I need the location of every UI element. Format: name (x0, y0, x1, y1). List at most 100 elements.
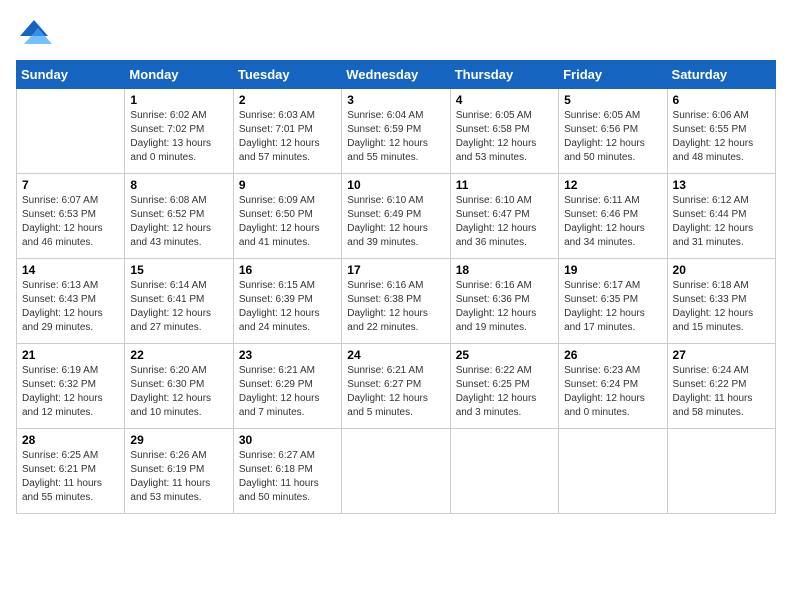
day-number: 10 (347, 178, 444, 192)
day-number: 13 (673, 178, 770, 192)
calendar-cell: 30Sunrise: 6:27 AMSunset: 6:18 PMDayligh… (233, 429, 341, 514)
day-number: 20 (673, 263, 770, 277)
calendar: SundayMondayTuesdayWednesdayThursdayFrid… (16, 60, 776, 514)
calendar-week-2: 7 Sunrise: 6:07 AMSunset: 6:53 PMDaylight… (17, 174, 776, 259)
calendar-cell: 25 Sunrise: 6:22 AMSunset: 6:25 PMDayligh… (450, 344, 558, 429)
day-info: Sunrise: 6:04 AMSunset: 6:59 PMDaylight:… (347, 109, 444, 165)
calendar-header-saturday: Saturday (667, 61, 775, 89)
calendar-cell (667, 429, 775, 514)
day-number: 6 (673, 93, 770, 107)
day-number: 24 (347, 348, 444, 362)
day-info: Sunrise: 6:17 AMSunset: 6:35 PMDaylight:… (564, 279, 661, 335)
day-number: 7 (22, 178, 119, 192)
day-info: Sunrise: 6:09 AMSunset: 6:50 PMDaylight:… (239, 194, 336, 250)
calendar-cell: 4 Sunrise: 6:05 AMSunset: 6:58 PMDaylight… (450, 89, 558, 174)
calendar-cell: 29 Sunrise: 6:26 AMSunset: 6:19 PMDayligh… (125, 429, 233, 514)
calendar-week-5: 28 Sunrise: 6:25 AMSunset: 6:21 PMDayligh… (17, 429, 776, 514)
day-info: Sunrise: 6:10 AMSunset: 6:47 PMDaylight:… (456, 194, 553, 250)
calendar-cell: 24 Sunrise: 6:21 AMSunset: 6:27 PMDayligh… (342, 344, 450, 429)
calendar-cell (342, 429, 450, 514)
calendar-cell: 16 Sunrise: 6:15 AMSunset: 6:39 PMDayligh… (233, 259, 341, 344)
day-info: Sunrise: 6:26 AMSunset: 6:19 PMDaylight:… (130, 449, 227, 505)
calendar-cell: 12Sunrise: 6:11 AMSunset: 6:46 PMDayligh… (559, 174, 667, 259)
day-number: 26 (564, 348, 661, 362)
day-info: Sunrise: 6:24 AMSunset: 6:22 PMDaylight:… (673, 364, 770, 420)
calendar-cell: 15 Sunrise: 6:14 AMSunset: 6:41 PMDayligh… (125, 259, 233, 344)
day-info: Sunrise: 6:16 AMSunset: 6:36 PMDaylight:… (456, 279, 553, 335)
calendar-header-monday: Monday (125, 61, 233, 89)
day-info: Sunrise: 6:08 AMSunset: 6:52 PMDaylight:… (130, 194, 227, 250)
calendar-cell: 7 Sunrise: 6:07 AMSunset: 6:53 PMDaylight… (17, 174, 125, 259)
calendar-cell: 13 Sunrise: 6:12 AMSunset: 6:44 PMDayligh… (667, 174, 775, 259)
calendar-cell: 23Sunrise: 6:21 AMSunset: 6:29 PMDayligh… (233, 344, 341, 429)
calendar-cell: 17 Sunrise: 6:16 AMSunset: 6:38 PMDayligh… (342, 259, 450, 344)
calendar-cell: 1 Sunrise: 6:02 AMSunset: 7:02 PMDaylight… (125, 89, 233, 174)
day-number: 28 (22, 433, 119, 447)
day-number: 18 (456, 263, 553, 277)
day-number: 5 (564, 93, 661, 107)
day-info: Sunrise: 6:27 AMSunset: 6:18 PMDaylight:… (239, 449, 336, 505)
day-number: 29 (130, 433, 227, 447)
calendar-cell: 10 Sunrise: 6:10 AMSunset: 6:49 PMDayligh… (342, 174, 450, 259)
day-number: 23 (239, 348, 336, 362)
day-number: 4 (456, 93, 553, 107)
calendar-header-tuesday: Tuesday (233, 61, 341, 89)
calendar-cell (559, 429, 667, 514)
day-info: Sunrise: 6:20 AMSunset: 6:30 PMDaylight:… (130, 364, 227, 420)
calendar-cell: 3 Sunrise: 6:04 AMSunset: 6:59 PMDaylight… (342, 89, 450, 174)
logo (16, 16, 56, 52)
calendar-cell: 19Sunrise: 6:17 AMSunset: 6:35 PMDayligh… (559, 259, 667, 344)
day-info: Sunrise: 6:16 AMSunset: 6:38 PMDaylight:… (347, 279, 444, 335)
calendar-cell: 21 Sunrise: 6:19 AMSunset: 6:32 PMDayligh… (17, 344, 125, 429)
day-info: Sunrise: 6:02 AMSunset: 7:02 PMDaylight:… (130, 109, 227, 165)
day-info: Sunrise: 6:10 AMSunset: 6:49 PMDaylight:… (347, 194, 444, 250)
calendar-cell (17, 89, 125, 174)
calendar-cell: 22 Sunrise: 6:20 AMSunset: 6:30 PMDayligh… (125, 344, 233, 429)
day-info: Sunrise: 6:25 AMSunset: 6:21 PMDaylight:… (22, 449, 119, 505)
day-number: 17 (347, 263, 444, 277)
day-number: 2 (239, 93, 336, 107)
day-number: 14 (22, 263, 119, 277)
header (16, 16, 776, 52)
day-info: Sunrise: 6:07 AMSunset: 6:53 PMDaylight:… (22, 194, 119, 250)
day-number: 8 (130, 178, 227, 192)
day-info: Sunrise: 6:11 AMSunset: 6:46 PMDaylight:… (564, 194, 661, 250)
day-number: 15 (130, 263, 227, 277)
day-info: Sunrise: 6:18 AMSunset: 6:33 PMDaylight:… (673, 279, 770, 335)
calendar-header-friday: Friday (559, 61, 667, 89)
calendar-cell: 6Sunrise: 6:06 AMSunset: 6:55 PMDaylight… (667, 89, 775, 174)
day-info: Sunrise: 6:19 AMSunset: 6:32 PMDaylight:… (22, 364, 119, 420)
day-info: Sunrise: 6:15 AMSunset: 6:39 PMDaylight:… (239, 279, 336, 335)
calendar-cell: 26 Sunrise: 6:23 AMSunset: 6:24 PMDayligh… (559, 344, 667, 429)
day-number: 21 (22, 348, 119, 362)
day-info: Sunrise: 6:23 AMSunset: 6:24 PMDaylight:… (564, 364, 661, 420)
day-info: Sunrise: 6:05 AMSunset: 6:56 PMDaylight:… (564, 109, 661, 165)
calendar-cell: 14 Sunrise: 6:13 AMSunset: 6:43 PMDayligh… (17, 259, 125, 344)
day-number: 1 (130, 93, 227, 107)
day-number: 22 (130, 348, 227, 362)
calendar-cell (450, 429, 558, 514)
day-number: 9 (239, 178, 336, 192)
calendar-cell: 20 Sunrise: 6:18 AMSunset: 6:33 PMDayligh… (667, 259, 775, 344)
calendar-week-1: 1 Sunrise: 6:02 AMSunset: 7:02 PMDaylight… (17, 89, 776, 174)
day-info: Sunrise: 6:13 AMSunset: 6:43 PMDaylight:… (22, 279, 119, 335)
calendar-week-3: 14 Sunrise: 6:13 AMSunset: 6:43 PMDayligh… (17, 259, 776, 344)
calendar-header-row: SundayMondayTuesdayWednesdayThursdayFrid… (17, 61, 776, 89)
day-number: 25 (456, 348, 553, 362)
day-info: Sunrise: 6:22 AMSunset: 6:25 PMDaylight:… (456, 364, 553, 420)
calendar-cell: 8 Sunrise: 6:08 AMSunset: 6:52 PMDaylight… (125, 174, 233, 259)
calendar-cell: 18 Sunrise: 6:16 AMSunset: 6:36 PMDayligh… (450, 259, 558, 344)
day-number: 27 (673, 348, 770, 362)
day-info: Sunrise: 6:05 AMSunset: 6:58 PMDaylight:… (456, 109, 553, 165)
day-number: 3 (347, 93, 444, 107)
day-info: Sunrise: 6:14 AMSunset: 6:41 PMDaylight:… (130, 279, 227, 335)
calendar-cell: 28 Sunrise: 6:25 AMSunset: 6:21 PMDayligh… (17, 429, 125, 514)
day-info: Sunrise: 6:12 AMSunset: 6:44 PMDaylight:… (673, 194, 770, 250)
calendar-cell: 9 Sunrise: 6:09 AMSunset: 6:50 PMDaylight… (233, 174, 341, 259)
calendar-cell: 2Sunrise: 6:03 AMSunset: 7:01 PMDaylight… (233, 89, 341, 174)
calendar-cell: 27 Sunrise: 6:24 AMSunset: 6:22 PMDayligh… (667, 344, 775, 429)
day-number: 16 (239, 263, 336, 277)
day-number: 11 (456, 178, 553, 192)
day-info: Sunrise: 6:21 AMSunset: 6:27 PMDaylight:… (347, 364, 444, 420)
calendar-cell: 5 Sunrise: 6:05 AMSunset: 6:56 PMDaylight… (559, 89, 667, 174)
